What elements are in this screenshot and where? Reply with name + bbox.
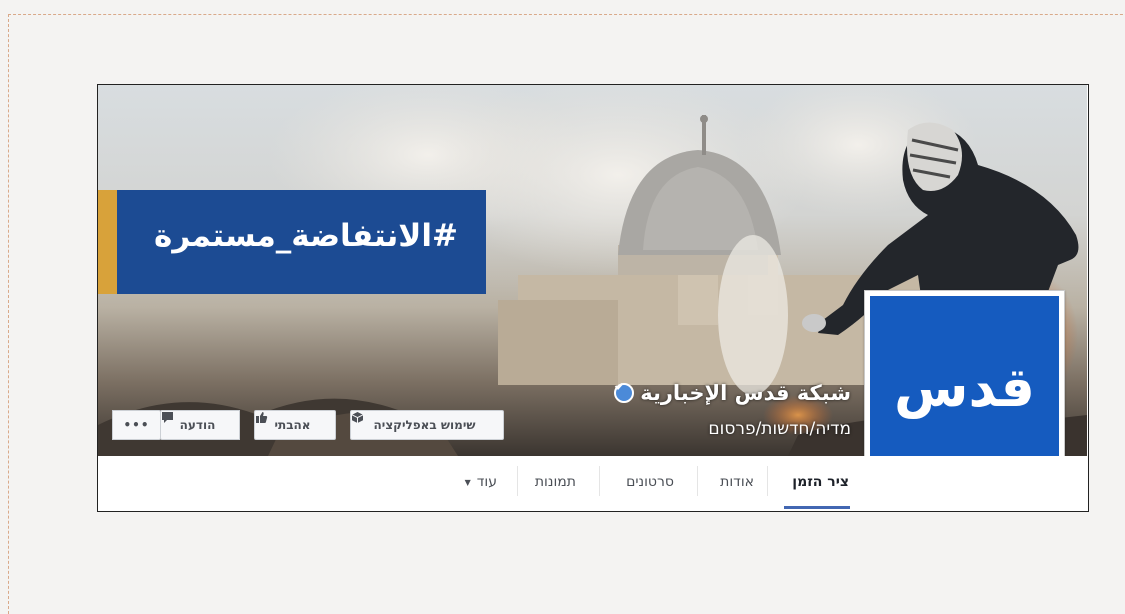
tab-about[interactable]: אודות (720, 474, 754, 490)
tab-divider (599, 466, 600, 496)
caret-down-icon: ▼ (464, 477, 471, 487)
more-options-button[interactable]: ••• (112, 410, 161, 440)
tab-more-label: עוד (476, 474, 497, 490)
tab-more[interactable]: עוד ▼ (465, 474, 497, 490)
page-name-text: شبكة قدس الإخبارية (640, 381, 851, 405)
page-category[interactable]: מדיה/חדשות/פרסום (708, 419, 851, 439)
tab-divider (767, 466, 768, 496)
use-app-label: שימוש באפליקציה (373, 418, 476, 432)
active-tab-underline (784, 506, 850, 509)
tab-photos[interactable]: תמונות (535, 474, 576, 490)
like-label: אהבתי (274, 418, 311, 432)
verified-check-icon (614, 382, 635, 403)
page-name[interactable]: شبكة قدس الإخبارية (614, 381, 851, 405)
facebook-page-header: #الانتفاضة_مستمرة شبكة قدس الإخبارية מדי… (97, 84, 1089, 512)
tab-divider (697, 466, 698, 496)
message-button[interactable]: הודעה (160, 410, 240, 440)
logo-text: قدس (893, 356, 1036, 419)
more-options-icon: ••• (123, 418, 150, 432)
hashtag-text: #الانتفاضة_مستمرة (154, 218, 458, 254)
page-tabs: ציר הזמן אודות סרטונים תמונות עוד ▼ (98, 456, 1087, 511)
banner-accent-bar (98, 190, 117, 294)
like-button[interactable]: אהבתי (254, 410, 336, 440)
tab-divider (517, 466, 518, 496)
tab-timeline[interactable]: ציר הזמן (792, 474, 849, 490)
tab-videos[interactable]: סרטונים (626, 474, 674, 490)
use-app-button[interactable]: שימוש באפליקציה (350, 410, 504, 440)
hashtag-banner: #الانتفاضة_مستمرة (98, 190, 486, 294)
message-label: הודעה (179, 418, 216, 432)
